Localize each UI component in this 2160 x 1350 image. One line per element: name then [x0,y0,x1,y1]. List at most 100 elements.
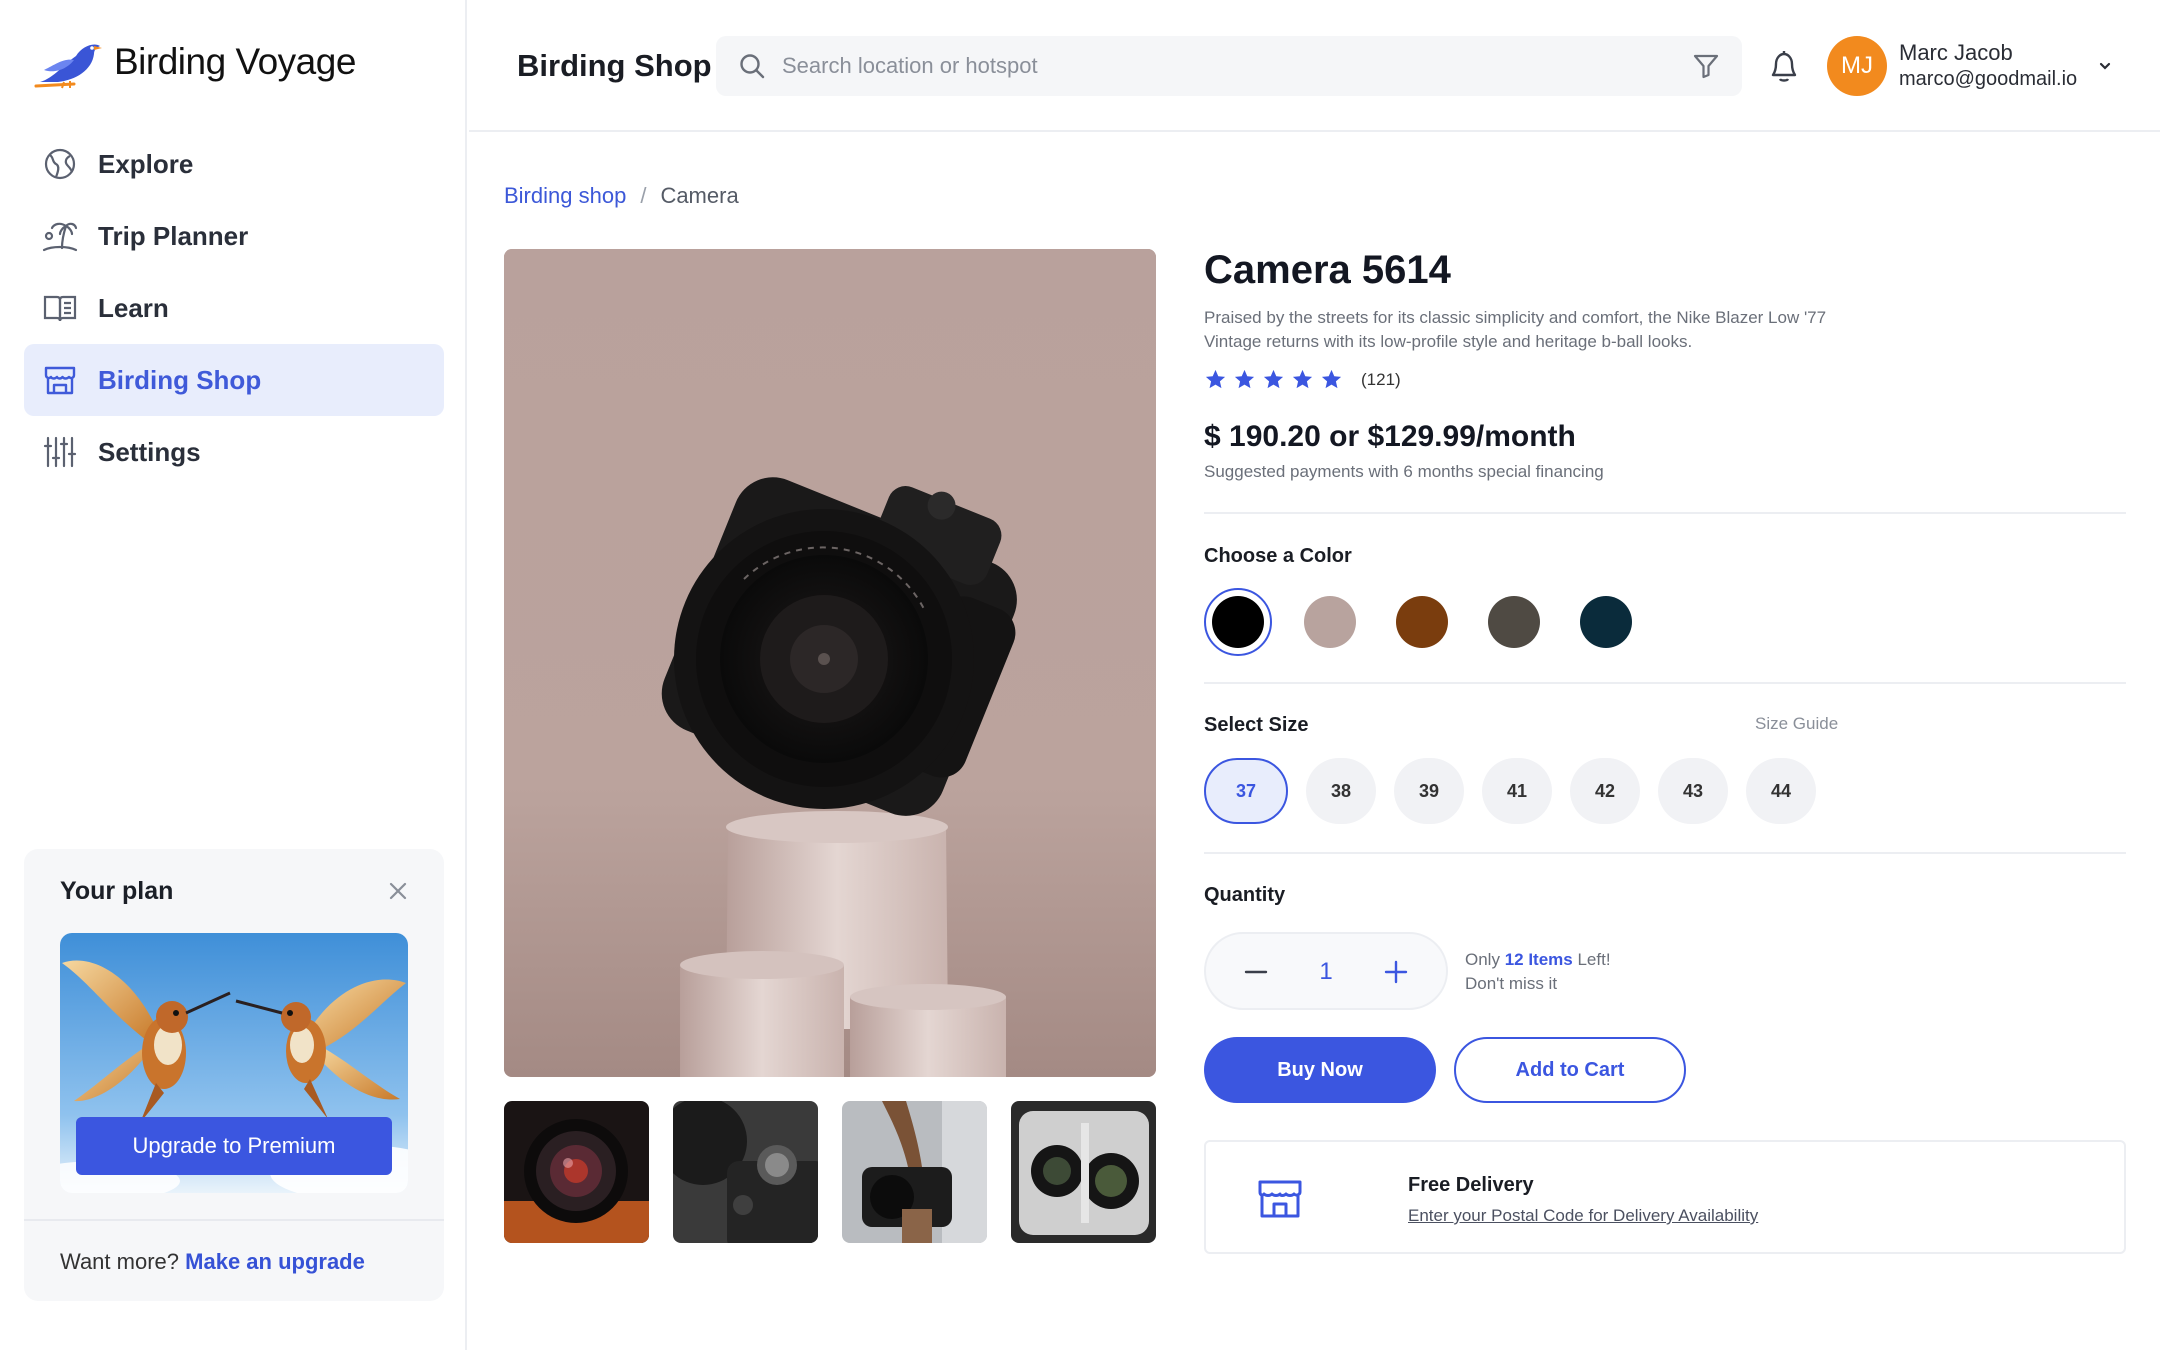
sidebar-item-label: Settings [98,436,201,467]
star-icon [1234,369,1255,389]
close-icon[interactable] [386,879,410,903]
app-title: Birding Voyage [114,41,356,82]
sidebar-item-label: Birding Shop [98,364,262,395]
swatch-fill [1396,596,1448,648]
plan-card: Your plan Upgrade to Premium Want more? … [24,849,444,1301]
swatch-fill [1488,596,1540,648]
add-to-cart-button[interactable]: Add to Cart [1454,1037,1686,1103]
user-name: Marc Jacob [1899,40,2013,65]
make-upgrade-link[interactable]: Make an upgrade [185,1249,365,1274]
star-rating: (121) [1204,368,1401,391]
sidebar-nav: Explore Trip Planner Learn Birding Shop … [24,128,444,488]
stock-note: Only 12 Items Left! Don't miss it [1465,948,1611,996]
plus-icon[interactable] [1380,956,1412,988]
divider [1204,682,2126,684]
size-picker: 37 38 39 41 42 43 44 [1204,758,1816,824]
quantity-label: Quantity [1204,884,1286,906]
chevron-down-icon[interactable] [2095,56,2115,76]
sidebar-item-learn[interactable]: Learn [24,272,444,344]
breadcrumb-separator: / [640,183,647,208]
thumbnail-lens[interactable] [504,1101,649,1243]
size-option[interactable]: 44 [1746,758,1816,824]
size-option[interactable]: 38 [1306,758,1376,824]
size-label: Select Size [1204,714,1309,736]
star-icon [1263,369,1284,389]
sidebar-item-label: Learn [98,292,169,323]
product-price: $ 190.20 or $129.99/month [1204,420,1576,453]
size-guide-link[interactable]: Size Guide [1755,714,1838,734]
stock-pre: Only [1465,950,1505,969]
color-label: Choose a Color [1204,545,1352,567]
review-count[interactable]: (121) [1361,370,1401,390]
plan-more: Want more? Make an upgrade [60,1249,365,1275]
palm-tree-icon [42,222,78,252]
breadcrumb: Birding shop / Camera [504,183,739,209]
sidebar-item-explore[interactable]: Explore [24,128,444,200]
color-picker [1204,588,1640,656]
color-swatch-navy[interactable] [1572,588,1640,656]
app-logo[interactable]: Birding Voyage [34,34,356,90]
globe-icon [44,148,76,180]
size-option[interactable]: 41 [1482,758,1552,824]
divider [1204,512,2126,514]
thumbnail-camera-top[interactable] [673,1101,818,1243]
star-icon [1205,369,1226,389]
sidebar-item-settings[interactable]: Settings [24,416,444,488]
store-icon [44,366,76,395]
divider [24,1219,444,1221]
sidebar-item-label: Explore [98,148,194,179]
color-swatch-taupe[interactable] [1296,588,1364,656]
delivery-title: Free Delivery [1408,1174,1534,1196]
size-option[interactable]: 43 [1658,758,1728,824]
sidebar: Birding Voyage Explore Trip Planner Lear… [0,0,467,1350]
page-title: Birding Shop [517,48,712,83]
size-option[interactable]: 37 [1204,758,1288,824]
product-description: Praised by the streets for its classic s… [1204,308,1827,351]
filter-icon[interactable] [1692,52,1720,80]
swatch-fill [1580,596,1632,648]
delivery-card: Free Delivery Enter your Postal Code for… [1204,1140,2126,1254]
size-option[interactable]: 42 [1570,758,1640,824]
breadcrumb-link-birding-shop[interactable]: Birding shop [504,183,626,209]
sidebar-item-label: Trip Planner [98,220,249,251]
price-note: Suggested payments with 6 months special… [1204,462,1604,481]
stock-line: Only 12 Items Left! [1465,948,1611,972]
thumbnail-camera-bag[interactable] [1011,1101,1156,1243]
stock-post: Left! [1572,950,1611,969]
product-main-image [504,249,1156,1077]
search-bar[interactable] [716,36,1742,96]
sidebar-item-trip-planner[interactable]: Trip Planner [24,200,444,272]
stock-count: 12 Items [1504,950,1573,969]
swatch-fill [1212,596,1264,648]
avatar[interactable]: MJ [1827,36,1887,96]
thumbnail-strip [504,1101,1156,1243]
bird-logo-icon [34,44,102,89]
color-swatch-gray[interactable] [1480,588,1548,656]
stock-subnote: Don't miss it [1465,974,1558,993]
book-icon [43,295,77,322]
star-icon [1321,369,1342,389]
sidebar-item-birding-shop[interactable]: Birding Shop [24,344,444,416]
swatch-fill [1304,596,1356,648]
star-icon [1292,369,1313,389]
color-swatch-brown[interactable] [1388,588,1456,656]
buy-now-button[interactable]: Buy Now [1204,1037,1436,1103]
bell-icon[interactable] [1767,48,1801,84]
search-input[interactable] [782,36,1632,96]
quantity-stepper: 1 [1204,932,1448,1010]
sliders-icon [43,436,77,468]
breadcrumb-current: Camera [660,183,739,208]
upgrade-premium-button[interactable]: Upgrade to Premium [76,1117,392,1175]
plan-more-text: Want more? [60,1249,180,1274]
size-option[interactable]: 39 [1394,758,1464,824]
divider [1204,852,2126,854]
plan-title: Your plan [60,877,174,905]
color-swatch-black[interactable] [1204,588,1272,656]
postal-code-link[interactable]: Enter your Postal Code for Delivery Avai… [1408,1206,1758,1226]
thumbnail-hand-camera[interactable] [842,1101,987,1243]
delivery-truck-icon [1258,1180,1302,1218]
product-title: Camera 5614 [1204,248,1451,292]
search-icon [740,54,765,79]
top-header: Birding Shop MJ Marc Jacob marco@goodmai… [469,0,2160,132]
user-email: marco@goodmail.io [1899,68,2078,90]
